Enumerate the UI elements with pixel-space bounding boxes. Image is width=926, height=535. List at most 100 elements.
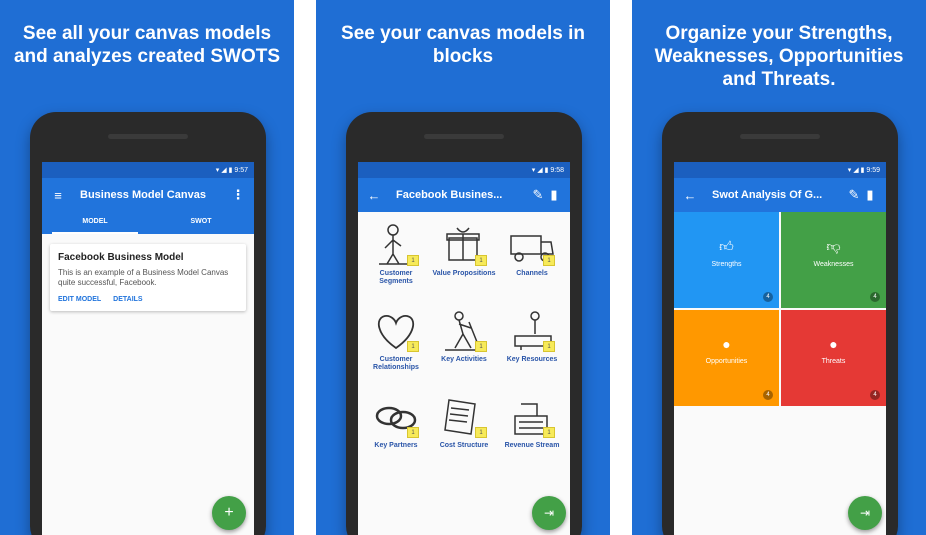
resources-sketch-icon: 1	[507, 308, 557, 354]
model-card[interactable]: Facebook Business Model This is an examp…	[50, 244, 246, 311]
phone-screen: ▾ ◢ ▮ 9:58 ← Facebook Busines... ✎ ▮ 1 C…	[358, 162, 570, 535]
swot-strengths[interactable]: 👍︎ Strengths 4	[674, 212, 779, 308]
app-bar-title: Facebook Busines...	[396, 189, 503, 201]
block-customer-relationships[interactable]: 1 Customer Relationships	[362, 304, 430, 390]
delete-trash-icon[interactable]: ▮	[546, 187, 562, 203]
truck-sketch-icon: 1	[507, 222, 557, 268]
menu-icon[interactable]: ≡	[50, 188, 66, 203]
block-count-badge: 1	[407, 341, 419, 352]
promo-panel-3: Organize your Strengths, Weaknesses, Opp…	[632, 0, 926, 535]
block-label: Key Resources	[506, 356, 558, 363]
phone-screen: ▾ ◢ ▮ 9:57 ≡ Business Model Canvas ⋮ MOD…	[42, 162, 254, 535]
status-time: 9:58	[550, 167, 564, 174]
block-label: Customer Segments	[379, 270, 413, 285]
phone-frame: ▾ ◢ ▮ 9:58 ← Facebook Busines... ✎ ▮ 1 C…	[346, 112, 582, 535]
delete-trash-icon[interactable]: ▮	[862, 187, 878, 203]
card-title: Facebook Business Model	[58, 252, 184, 263]
export-fab[interactable]: ⇥	[532, 496, 566, 530]
status-bar: ▾ ◢ ▮ 9:59	[674, 162, 886, 178]
status-time: 9:59	[866, 167, 880, 174]
cash-register-sketch-icon: 1	[507, 394, 557, 440]
swot-count-badge: 4	[870, 390, 880, 400]
block-label: Key Activities	[441, 356, 487, 363]
app-bar: ≡ Business Model Canvas ⋮	[42, 178, 254, 212]
phone-speaker	[740, 134, 820, 139]
card-actions: EDIT MODEL DETAILS	[58, 296, 238, 303]
panel-headline: See your canvas models in blocks	[341, 23, 585, 67]
card-description: This is an example of a Business Model C…	[58, 268, 229, 287]
block-count-badge: 1	[407, 255, 419, 266]
phone-speaker	[108, 134, 188, 139]
promo-panel-1: See all your canvas models and analyzes …	[0, 0, 294, 535]
swot-count-badge: 4	[763, 292, 773, 302]
block-label: Customer Relationships	[373, 356, 419, 371]
block-label: Key Partners	[374, 442, 418, 449]
chain-link-sketch-icon: 1	[371, 394, 421, 440]
block-value-propositions[interactable]: 1 Value Propositions	[430, 218, 498, 304]
block-customer-segments[interactable]: 1 Customer Segments	[362, 218, 430, 304]
export-icon: ⇥	[859, 506, 871, 520]
app-bar: ← Facebook Busines... ✎ ▮	[358, 178, 570, 212]
thumbs-up-icon: 👍︎	[719, 238, 734, 254]
app-bar-title: Business Model Canvas	[80, 189, 206, 201]
status-bar: ▾ ◢ ▮ 9:57	[42, 162, 254, 178]
plus-icon: +	[224, 504, 234, 521]
swot-label: Opportunities	[705, 358, 748, 365]
bomb-icon: ●	[829, 336, 838, 352]
add-fab[interactable]: +	[212, 496, 246, 530]
swot-label: Weaknesses	[813, 261, 854, 268]
swot-count-badge: 4	[870, 292, 880, 302]
swot-weaknesses[interactable]: 👎︎ Weaknesses 4	[781, 212, 886, 308]
block-label: Cost Structure	[439, 442, 489, 449]
tab-swot[interactable]: SWOT	[148, 212, 254, 234]
block-channels[interactable]: 1 Channels	[498, 218, 566, 304]
swot-opportunities[interactable]: ● Opportunities 4	[674, 310, 779, 406]
worker-sketch-icon: 1	[439, 308, 489, 354]
back-arrow-icon[interactable]: ←	[366, 188, 382, 203]
block-count-badge: 1	[475, 341, 487, 352]
block-label: Value Propositions	[432, 270, 496, 277]
block-count-badge: 1	[475, 255, 487, 266]
app-bar: ← Swot Analysis Of G... ✎ ▮	[674, 178, 886, 212]
promo-panel-2: See your canvas models in blocks ▾ ◢ ▮ 9…	[316, 0, 610, 535]
details-button[interactable]: DETAILS	[113, 296, 142, 303]
phone-screen: ▾ ◢ ▮ 9:59 ← Swot Analysis Of G... ✎ ▮ 👍…	[674, 162, 886, 535]
thumbs-down-icon: 👎︎	[826, 238, 841, 254]
block-revenue-stream[interactable]: 1 Revenue Stream	[498, 390, 566, 476]
block-count-badge: 1	[407, 427, 419, 438]
block-count-badge: 1	[543, 341, 555, 352]
block-key-partners[interactable]: 1 Key Partners	[362, 390, 430, 476]
receipt-sketch-icon: 1	[439, 394, 489, 440]
status-bar: ▾ ◢ ▮ 9:58	[358, 162, 570, 178]
lightbulb-icon: ●	[722, 336, 731, 352]
block-count-badge: 1	[543, 255, 555, 266]
more-vert-icon[interactable]: ⋮	[230, 187, 246, 203]
app-bar-title: Swot Analysis Of G...	[712, 189, 823, 201]
phone-speaker	[424, 134, 504, 139]
edit-pencil-icon[interactable]: ✎	[846, 187, 862, 203]
block-cost-structure[interactable]: 1 Cost Structure	[430, 390, 498, 476]
person-sketch-icon: 1	[371, 222, 421, 268]
block-count-badge: 1	[543, 427, 555, 438]
export-fab[interactable]: ⇥	[848, 496, 882, 530]
panel-headline: Organize your Strengths, Weaknesses, Opp…	[654, 23, 904, 90]
tab-model[interactable]: MODEL	[42, 212, 148, 234]
edit-pencil-icon[interactable]: ✎	[530, 187, 546, 203]
swot-threats[interactable]: ● Threats 4	[781, 310, 886, 406]
canvas-blocks-grid: 1 Customer Segments 1 Value Propositions…	[358, 212, 570, 482]
tab-bar: MODEL SWOT	[42, 212, 254, 234]
block-key-resources[interactable]: 1 Key Resources	[498, 304, 566, 390]
status-time: 9:57	[234, 167, 248, 174]
swot-grid: 👍︎ Strengths 4 👎︎ Weaknesses 4 ● Opportu…	[674, 212, 886, 406]
swot-label: Threats	[821, 358, 846, 365]
block-count-badge: 1	[475, 427, 487, 438]
heart-sketch-icon: 1	[371, 308, 421, 354]
edit-model-button[interactable]: EDIT MODEL	[58, 296, 101, 303]
back-arrow-icon[interactable]: ←	[682, 188, 698, 203]
block-label: Revenue Stream	[504, 442, 560, 449]
block-label: Channels	[516, 270, 548, 277]
swot-label: Strengths	[711, 261, 742, 268]
gift-box-sketch-icon: 1	[439, 222, 489, 268]
block-key-activities[interactable]: 1 Key Activities	[430, 304, 498, 390]
phone-frame: ▾ ◢ ▮ 9:59 ← Swot Analysis Of G... ✎ ▮ 👍…	[662, 112, 898, 535]
